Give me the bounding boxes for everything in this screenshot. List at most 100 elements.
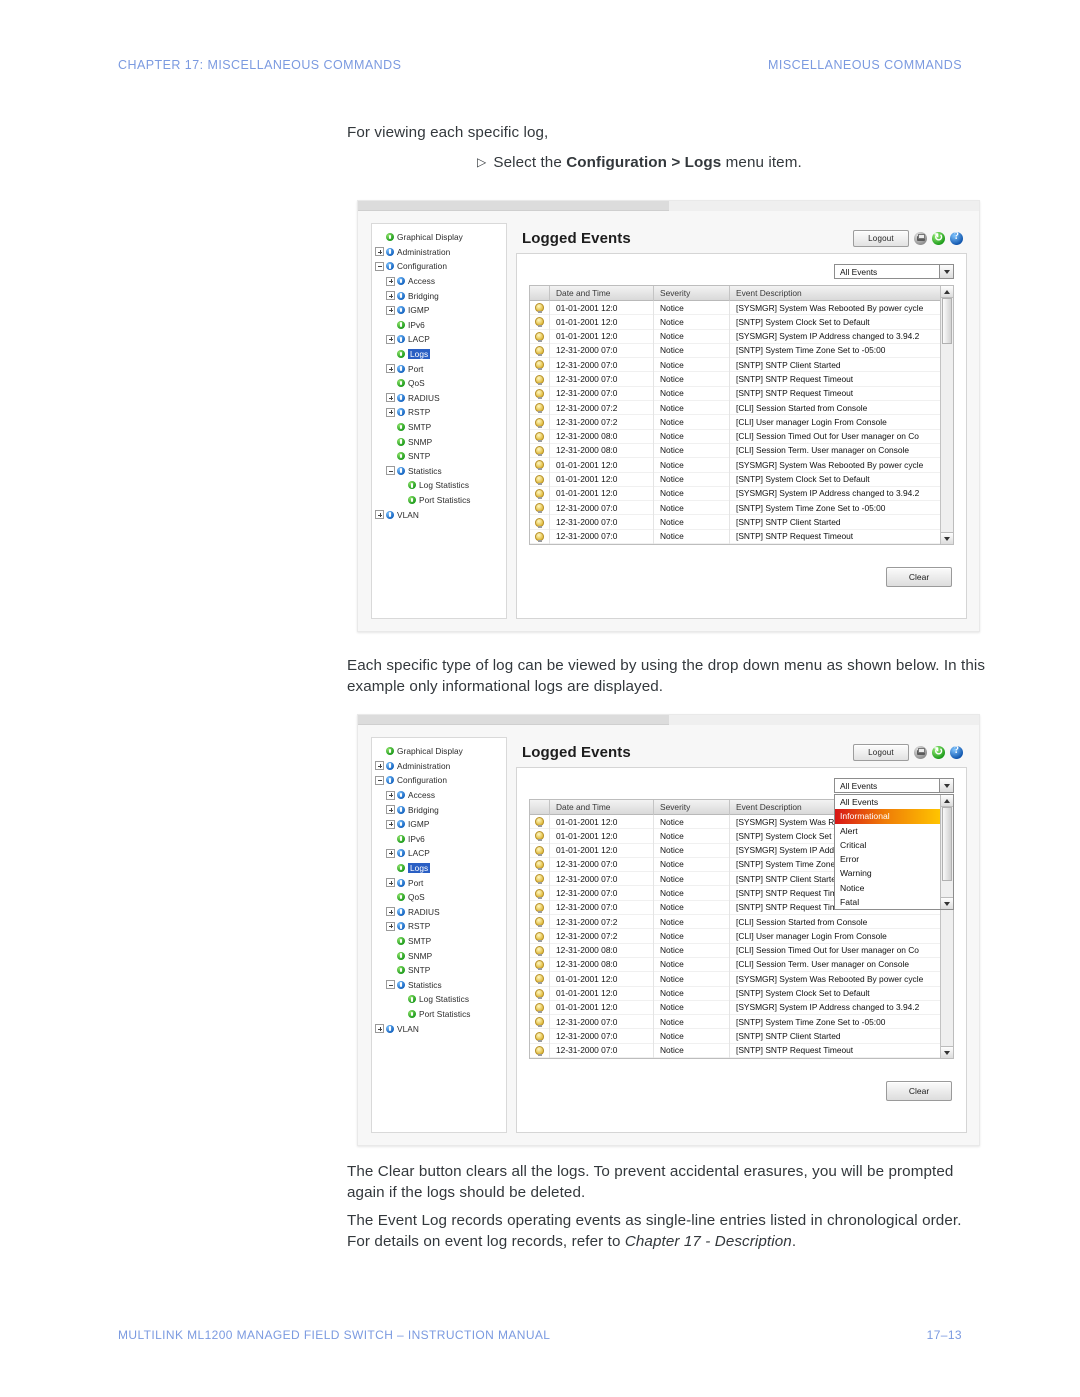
help-icon[interactable] xyxy=(950,745,963,759)
expand-plus-icon[interactable] xyxy=(375,761,384,771)
logout-button[interactable]: Logout xyxy=(853,229,909,247)
scroll-up-button[interactable] xyxy=(941,286,953,298)
table-row[interactable]: 12-31-2000 07:2 Notice [CLI] Session Start… xyxy=(530,400,940,416)
scroll-track[interactable] xyxy=(941,344,953,532)
tree-item-statistics[interactable]: Statistics xyxy=(375,978,502,993)
table-row[interactable]: 12-31-2000 07:0 Notice [SNTP] SNTP Request… xyxy=(530,371,940,387)
dropdown-option-informational[interactable]: Informational xyxy=(835,809,940,824)
tree-item-administration[interactable]: Administration xyxy=(375,759,502,774)
table-row[interactable]: 01-01-2001 12:0 Notice [SYSMGR] System IP … xyxy=(530,329,940,344)
tree-item-access[interactable]: Access xyxy=(375,788,502,803)
expand-plus-icon[interactable] xyxy=(386,819,395,829)
column-header-severity[interactable]: Severity xyxy=(654,799,730,815)
scroll-track[interactable] xyxy=(941,881,953,897)
expand-plus-icon[interactable] xyxy=(386,364,395,374)
tree-item-statistics[interactable]: Statistics xyxy=(375,464,502,479)
table-row[interactable]: 12-31-2000 07:0 Notice [SNTP] System Time … xyxy=(530,1014,940,1030)
table-row[interactable]: 12-31-2000 07:0 Notice [SNTP] System Time … xyxy=(530,500,940,516)
tree-item-radius[interactable]: RADIUS xyxy=(375,905,502,920)
tree-item-bridging[interactable]: Bridging xyxy=(375,802,502,817)
tree-item-log-statistics[interactable]: Log Statistics xyxy=(375,478,502,493)
clear-button[interactable]: Clear xyxy=(886,567,952,588)
tree-item-log-statistics[interactable]: Log Statistics xyxy=(375,992,502,1007)
expand-plus-icon[interactable] xyxy=(386,921,395,931)
collapse-minus-icon[interactable] xyxy=(386,466,395,476)
event-filter-select[interactable]: All Events xyxy=(834,264,954,279)
tree-item-lacp[interactable]: LACP xyxy=(375,332,502,347)
tree-item-logs[interactable]: Logs xyxy=(375,861,502,876)
tree-item-rstp[interactable]: RSTP xyxy=(375,919,502,934)
table-row[interactable]: 12-31-2000 07:0 Notice [SNTP] System Time … xyxy=(530,343,940,359)
tree-item-sntp[interactable]: SNTP xyxy=(375,449,502,464)
table-row[interactable]: 01-01-2001 12:0 Notice [SYSMGR] System IP … xyxy=(530,1000,940,1016)
tree-item-snmp[interactable]: SNMP xyxy=(375,948,502,963)
scroll-down-button[interactable] xyxy=(941,532,953,545)
table-row[interactable]: 12-31-2000 08:0 Notice [CLI] Session Timed… xyxy=(530,429,940,444)
help-icon[interactable] xyxy=(950,231,963,245)
tree-item-vlan[interactable]: VLAN xyxy=(375,507,502,522)
expand-plus-icon[interactable] xyxy=(386,276,395,286)
expand-plus-icon[interactable] xyxy=(386,305,395,315)
tree-item-qos[interactable]: QoS xyxy=(375,890,502,905)
tree-item-snmp[interactable]: SNMP xyxy=(375,434,502,449)
printer-icon[interactable] xyxy=(914,745,927,759)
table-row[interactable]: 12-31-2000 07:0 Notice [SNTP] SNTP Client … xyxy=(530,357,940,373)
table-row[interactable]: 12-31-2000 07:0 Notice [SNTP] SNTP Request… xyxy=(530,529,940,545)
navigation-tree[interactable]: Graphical Display Administration Configura… xyxy=(371,223,507,619)
table-row[interactable]: 01-01-2001 12:0 Notice [SNTP] System Clock… xyxy=(530,472,940,487)
tree-item-ipv6[interactable]: IPv6 xyxy=(375,832,502,847)
tree-item-igmp[interactable]: IGMP xyxy=(375,817,502,832)
scroll-down-button[interactable] xyxy=(941,897,953,910)
dropdown-option-notice[interactable]: Notice xyxy=(835,881,940,895)
tree-item-graphical-display[interactable]: Graphical Display xyxy=(375,230,502,245)
dropdown-option-all-events[interactable]: All Events xyxy=(835,795,940,809)
scroll-thumb[interactable] xyxy=(942,298,952,344)
tree-item-radius[interactable]: RADIUS xyxy=(375,391,502,406)
collapse-minus-icon[interactable] xyxy=(375,261,384,271)
dropdown-option-alert[interactable]: Alert xyxy=(835,824,940,838)
tree-item-graphical-display[interactable]: Graphical Display xyxy=(375,744,502,759)
scroll-thumb[interactable] xyxy=(942,807,952,881)
tree-item-smtp[interactable]: SMTP xyxy=(375,934,502,949)
table-row[interactable]: 12-31-2000 08:0 Notice [CLI] Session Term.… xyxy=(530,443,940,459)
scroll-up-button[interactable] xyxy=(941,795,953,807)
chevron-down-icon[interactable] xyxy=(939,779,953,792)
tree-item-port-statistics[interactable]: Port Statistics xyxy=(375,1007,502,1022)
tree-item-administration[interactable]: Administration xyxy=(375,245,502,260)
expand-plus-icon[interactable] xyxy=(386,407,395,417)
expand-plus-icon[interactable] xyxy=(386,848,395,858)
event-filter-dropdown-list[interactable]: All Events Informational Alert Critical Erro… xyxy=(834,794,954,911)
tree-item-smtp[interactable]: SMTP xyxy=(375,420,502,435)
tree-item-port[interactable]: Port xyxy=(375,361,502,376)
tree-item-configuration[interactable]: Configuration xyxy=(375,259,502,274)
table-row[interactable]: 01-01-2001 12:0 Notice [SNTP] System Clock… xyxy=(530,986,940,1001)
expand-plus-icon[interactable] xyxy=(386,334,395,344)
logout-button[interactable]: Logout xyxy=(853,743,909,761)
column-header-description[interactable]: Event Description xyxy=(730,286,940,301)
expand-plus-icon[interactable] xyxy=(386,790,395,800)
log-table-scrollbar[interactable] xyxy=(940,286,953,545)
printer-icon[interactable] xyxy=(914,231,927,245)
expand-plus-icon[interactable] xyxy=(375,1024,384,1034)
expand-plus-icon[interactable] xyxy=(386,878,395,888)
tree-item-rstp[interactable]: RSTP xyxy=(375,405,502,420)
table-row[interactable]: 12-31-2000 07:2 Notice [CLI] User manager … xyxy=(530,414,940,430)
column-header-severity[interactable]: Severity xyxy=(654,285,730,301)
table-row[interactable]: 12-31-2000 07:2 Notice [CLI] Session Start… xyxy=(530,914,940,930)
collapse-minus-icon[interactable] xyxy=(386,980,395,990)
tree-item-port[interactable]: Port xyxy=(375,875,502,890)
table-row[interactable]: 01-01-2001 12:0 Notice [SYSMGR] System Was… xyxy=(530,300,940,316)
tree-item-access[interactable]: Access xyxy=(375,274,502,289)
expand-plus-icon[interactable] xyxy=(386,907,395,917)
scroll-down-button[interactable] xyxy=(941,1046,953,1059)
column-header-date[interactable]: Date and Time xyxy=(550,799,654,815)
dropdown-option-error[interactable]: Error xyxy=(835,852,940,866)
column-header-date[interactable]: Date and Time xyxy=(550,285,654,301)
table-row[interactable]: 12-31-2000 08:0 Notice [CLI] Session Term.… xyxy=(530,957,940,973)
table-row[interactable]: 12-31-2000 07:0 Notice [SNTP] SNTP Client … xyxy=(530,1028,940,1044)
tree-item-lacp[interactable]: LACP xyxy=(375,846,502,861)
tree-item-logs[interactable]: Logs xyxy=(375,347,502,362)
table-row[interactable]: 01-01-2001 12:0 Notice [SYSMGR] System Was… xyxy=(530,971,940,987)
tree-item-bridging[interactable]: Bridging xyxy=(375,288,502,303)
collapse-minus-icon[interactable] xyxy=(375,775,384,785)
